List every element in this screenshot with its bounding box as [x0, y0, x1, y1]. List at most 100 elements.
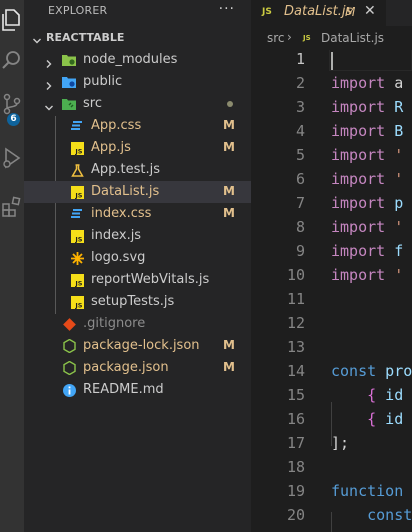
tree-item-package-json[interactable]: package.json M	[24, 357, 251, 379]
line-number: 19	[286, 482, 305, 500]
code-line[interactable]: import f	[331, 242, 403, 260]
line-number: 10	[286, 266, 305, 284]
tree-item-label: App.css	[91, 118, 142, 133]
code-editor[interactable]: 1 2 import a 3 import R 4 import B 5 import ' 6 im…	[251, 50, 412, 532]
svg-text:JS: JS	[74, 279, 82, 287]
explorer-icon[interactable]	[0, 0, 24, 40]
more-actions-icon[interactable]: ···	[219, 1, 235, 17]
line-number: 18	[286, 458, 305, 476]
code-token: const	[331, 362, 377, 380]
code-line[interactable]: { id	[331, 386, 403, 404]
line-number: 4	[295, 122, 305, 140]
tree-item-label: package-lock.json	[83, 338, 200, 353]
tree-item-label: logo.svg	[91, 250, 146, 265]
code-line[interactable]: import '	[331, 170, 403, 188]
tree-item-node-modules[interactable]: node_modules	[24, 49, 251, 71]
breadcrumb-separator: ›	[287, 30, 292, 44]
code-line[interactable]: import a	[331, 74, 403, 92]
tree-item-datalist-js[interactable]: JS DataList.js M	[24, 181, 251, 203]
js-file-icon: JS	[70, 229, 84, 243]
tree-item-package-lock-json[interactable]: package-lock.json M	[24, 335, 251, 357]
code-line[interactable]: const	[331, 506, 412, 524]
js-file-icon: JS	[70, 141, 84, 155]
code-line[interactable]: import '	[331, 218, 403, 236]
explorer-sidebar: EXPLORER ··· REACTTABLE node_modules pub…	[24, 0, 251, 532]
code-line[interactable]: import R	[331, 98, 403, 116]
code-token: p	[385, 194, 404, 212]
tree-item-gitignore[interactable]: .gitignore	[24, 313, 251, 335]
extensions-icon[interactable]	[0, 186, 24, 226]
status-badge: M	[223, 360, 235, 374]
tree-item-label: package.json	[83, 360, 169, 375]
tree-item-label: App.js	[91, 140, 131, 155]
status-badge: M	[223, 140, 235, 154]
tree-item-setuptests-js[interactable]: JS setupTests.js	[24, 291, 251, 313]
svg-file-icon	[70, 251, 84, 265]
code-token: {	[367, 386, 377, 404]
css-file-icon	[70, 207, 84, 221]
code-line[interactable]: { id	[331, 410, 403, 428]
status-badge: M	[223, 206, 235, 220]
tab-bar: JS DataList.js M ✕	[251, 0, 412, 26]
tree-item-label: index.js	[91, 228, 142, 243]
code-line[interactable]: ];	[331, 434, 349, 452]
svg-text:JS: JS	[74, 301, 82, 309]
code-line[interactable]: import '	[331, 146, 403, 164]
tree-item-label: App.test.js	[91, 162, 161, 177]
tree-item-app-js[interactable]: JS App.js M	[24, 137, 251, 159]
code-token: ];	[331, 434, 350, 452]
breadcrumb-file[interactable]: DataList.js	[321, 31, 384, 45]
line-number: 20	[286, 506, 305, 524]
tree-item-index-css[interactable]: index.css M	[24, 203, 251, 225]
tree-item-label: reportWebVitals.js	[91, 272, 210, 287]
tree-item-label: index.css	[91, 206, 152, 221]
folder-node-icon	[62, 53, 76, 67]
root-folder[interactable]: REACTTABLE	[24, 28, 251, 48]
code-token: f	[385, 242, 404, 260]
line-number: 8	[295, 218, 305, 236]
tree-item-label: src	[83, 96, 102, 111]
code-line[interactable]: import B	[331, 122, 403, 140]
line-number: 2	[295, 74, 305, 92]
tab-datalist-js[interactable]: JS DataList.js M ✕	[251, 0, 386, 26]
code-line[interactable]: function	[331, 482, 403, 500]
line-number: 15	[286, 386, 305, 404]
breadcrumb-folder[interactable]: src	[267, 31, 285, 45]
tree-item-public[interactable]: public	[24, 71, 251, 93]
svg-text:JS: JS	[74, 147, 82, 155]
code-token: '	[385, 170, 404, 188]
line-number: 3	[295, 98, 305, 116]
chevron-down-icon	[32, 31, 42, 50]
tree-item-logo-svg[interactable]: logo.svg	[24, 247, 251, 269]
folder-public-icon	[62, 75, 76, 89]
tree-item-reportwebvitals-js[interactable]: JS reportWebVitals.js	[24, 269, 251, 291]
code-token: import	[331, 266, 386, 284]
line-number: 1	[295, 50, 305, 68]
code-line[interactable]: import p	[331, 194, 403, 212]
tree-item-index-js[interactable]: JS index.js	[24, 225, 251, 247]
search-icon[interactable]	[0, 40, 24, 80]
tree-item-app-test-js[interactable]: App.test.js	[24, 159, 251, 181]
code-token: import	[331, 242, 386, 260]
close-icon[interactable]: ✕	[364, 3, 376, 19]
status-badge: M	[223, 118, 235, 132]
js-file-icon: JS	[70, 185, 84, 199]
code-line[interactable]: import '	[331, 266, 403, 284]
tree-item-readme-md[interactable]: README.md	[24, 379, 251, 401]
code-token: const	[367, 506, 412, 524]
root-folder-label: REACTTABLE	[46, 31, 125, 44]
tree-item-app-css[interactable]: App.css M	[24, 115, 251, 137]
code-token: pro	[376, 362, 412, 380]
code-token: import	[331, 170, 386, 188]
status-badge: M	[223, 184, 235, 198]
tree-item-src[interactable]: src	[24, 93, 251, 115]
tree-item-label: node_modules	[83, 52, 178, 67]
code-line[interactable]: const pro	[331, 362, 412, 380]
folder-src-icon	[62, 97, 76, 111]
run-debug-icon[interactable]	[0, 138, 24, 178]
js-file-icon: JS	[70, 273, 84, 287]
line-number: 12	[286, 314, 305, 332]
code-token: id	[376, 410, 404, 428]
line-number: 17	[286, 434, 305, 452]
